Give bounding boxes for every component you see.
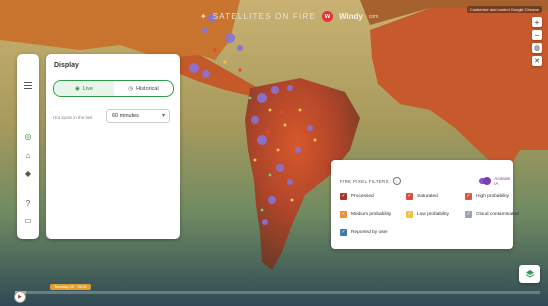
activate-ia-label: Activate IA <box>494 176 511 186</box>
filter-label: Reported by user <box>351 230 388 235</box>
filter-cloud-contaminated[interactable]: ✓ Cloud contaminated <box>465 211 519 218</box>
filters-title-text: FIRE PIXEL FILTERS <box>340 178 389 184</box>
filter-saturated[interactable]: ✓ Saturated <box>406 193 438 200</box>
fire-logo-icon: w <box>321 11 333 22</box>
filter-label: Saturated <box>417 194 438 199</box>
filter-processed[interactable]: ✓ Processed <box>340 193 374 200</box>
timeline-bar[interactable] <box>15 291 540 294</box>
filters-title: FIRE PIXEL FILTERS i <box>340 177 401 185</box>
filter-label: Cloud contaminated <box>476 212 519 217</box>
hot-spots-label: Hot spots in the last <box>53 115 93 120</box>
checkbox-high-probability[interactable]: ✓ <box>465 193 472 200</box>
chat-icon[interactable]: ▭ <box>17 216 39 225</box>
fullscreen-button[interactable]: ✕ <box>532 56 542 66</box>
filter-medium-probability[interactable]: ✓ Medium probability <box>340 211 391 218</box>
tab-live[interactable]: ◉ Live <box>54 81 114 96</box>
checkbox-processed[interactable]: ✓ <box>340 193 347 200</box>
checkbox-saturated[interactable]: ✓ <box>406 193 413 200</box>
sidebar-rail: ◎ ⌂ ◆ ? ▭ <box>17 54 39 239</box>
hot-spots-select[interactable]: 60 minutes ▾ <box>106 109 170 123</box>
checkbox-low-probability[interactable]: ✓ <box>406 211 413 218</box>
checkbox-reported-by-user[interactable]: ✓ <box>340 229 347 236</box>
fire-pixel-filters-panel: FIRE PIXEL FILTERS i Activate IA ✓ Proce… <box>331 160 519 249</box>
menu-icon[interactable] <box>17 82 39 91</box>
tab-historical[interactable]: ◷ Historical <box>114 81 173 96</box>
live-icon: ◉ <box>75 85 80 92</box>
windy-brand[interactable]: Windy <box>339 12 363 21</box>
zoom-in-button[interactable]: + <box>532 17 542 27</box>
activate-ia-toggle[interactable]: Activate IA <box>479 176 513 186</box>
satellite-layer-button[interactable]: ◍ <box>532 43 542 53</box>
play-icon: ▶ <box>18 294 22 300</box>
panel-title: Display <box>54 62 79 69</box>
filter-high-probability[interactable]: ✓ High probability <box>465 193 509 200</box>
layers-icon <box>525 270 534 278</box>
clock-icon: ◷ <box>128 85 134 92</box>
time-badge: Tuesday 28 · 19:00 <box>50 284 91 290</box>
filter-label: Low probability <box>417 212 449 217</box>
filter-label: Processed <box>351 194 374 199</box>
toggle-switch[interactable] <box>479 177 492 185</box>
zoom-out-button[interactable]: − <box>532 30 542 40</box>
checkbox-cloud-contaminated[interactable]: ✓ <box>465 211 472 218</box>
play-button[interactable]: ▶ <box>14 291 26 303</box>
display-panel: Display ◉ Live ◷ Historical Hot spots in… <box>46 54 180 239</box>
app-title: SATELLITES ON FIRE <box>212 12 316 21</box>
map-pin-icon[interactable]: ◆ <box>17 169 39 178</box>
layers-button[interactable] <box>519 265 540 283</box>
browser-tooltip: Customize and control Google Chrome <box>466 6 542 13</box>
header-brand: ✦ SATELLITES ON FIRE w Windy com <box>200 11 378 22</box>
fire-icon[interactable]: ◎ <box>17 132 39 141</box>
satellite-icon: ✦ <box>200 12 207 21</box>
live-historical-toggle: ◉ Live ◷ Historical <box>53 80 174 97</box>
hot-spots-value: 60 minutes <box>112 113 139 119</box>
bank-icon[interactable]: ⌂ <box>17 151 39 160</box>
help-icon[interactable]: ? <box>17 199 39 208</box>
windy-brand-suffix: com <box>368 13 379 20</box>
info-icon[interactable]: i <box>392 177 401 185</box>
expand-icon: ✕ <box>534 58 540 65</box>
filter-label: High probability <box>476 194 510 199</box>
filter-low-probability[interactable]: ✓ Low probability <box>406 211 449 218</box>
checkbox-medium-probability[interactable]: ✓ <box>340 211 347 218</box>
tab-historical-label: Historical <box>136 85 159 92</box>
filter-label: Medium probability <box>351 212 392 217</box>
map-controls: + − ◍ ✕ <box>532 17 542 66</box>
tab-live-label: Live <box>82 85 93 92</box>
filter-reported-by-user[interactable]: ✓ Reported by user <box>340 229 388 236</box>
globe-icon: ◍ <box>533 45 541 52</box>
chevron-down-icon: ▾ <box>161 113 165 119</box>
